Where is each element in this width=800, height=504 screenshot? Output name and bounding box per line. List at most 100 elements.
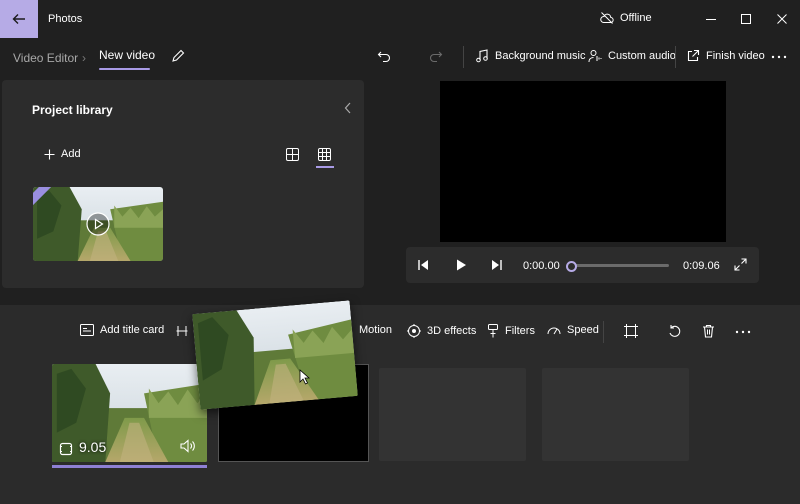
mouse-cursor bbox=[299, 369, 311, 385]
finish-video-label: Finish video bbox=[706, 50, 765, 62]
dragged-clip[interactable] bbox=[192, 300, 358, 410]
collapse-library-button[interactable] bbox=[343, 102, 353, 114]
plus-icon bbox=[44, 149, 55, 159]
close-icon bbox=[777, 14, 787, 24]
rename-button[interactable] bbox=[171, 49, 185, 63]
added-to-storyboard-badge bbox=[33, 187, 51, 205]
maximize-button[interactable] bbox=[733, 6, 759, 32]
custom-audio-icon bbox=[588, 50, 602, 63]
filters-label: Filters bbox=[505, 325, 535, 337]
delete-button[interactable] bbox=[702, 324, 715, 338]
resize-button[interactable] bbox=[624, 324, 638, 338]
trim-icon bbox=[176, 326, 188, 336]
corner-triangle-icon bbox=[33, 187, 51, 205]
filter-icon bbox=[488, 324, 498, 338]
film-frame-icon bbox=[59, 442, 73, 456]
more-options-button[interactable] bbox=[771, 55, 787, 59]
breadcrumb-video-editor[interactable]: Video Editor bbox=[13, 51, 78, 65]
finish-video-button[interactable]: Finish video bbox=[686, 49, 765, 63]
storyboard-more-button[interactable] bbox=[735, 330, 751, 334]
toolbar-divider bbox=[463, 46, 464, 68]
small-grid-view-button[interactable] bbox=[286, 148, 299, 161]
seek-bar[interactable] bbox=[568, 264, 669, 267]
seek-handle[interactable] bbox=[566, 261, 577, 272]
trash-icon bbox=[703, 324, 714, 338]
clip-duration: 9.05 bbox=[79, 439, 107, 455]
more-horizontal-icon bbox=[735, 330, 751, 334]
add-media-button[interactable]: Add bbox=[44, 148, 81, 160]
arrow-left-icon bbox=[12, 14, 25, 24]
chevron-left-icon bbox=[344, 102, 351, 114]
add-title-card-label: Add title card bbox=[100, 324, 165, 336]
total-duration: 0:09.06 bbox=[683, 260, 720, 272]
expand-icon bbox=[734, 258, 747, 271]
play-overlay-button[interactable] bbox=[86, 212, 110, 236]
minimize-icon bbox=[706, 19, 716, 20]
3d-effects-button[interactable]: 3D effects bbox=[407, 324, 476, 338]
dragged-clip-image bbox=[192, 300, 358, 410]
clip-volume-button[interactable] bbox=[180, 439, 196, 453]
pencil-icon bbox=[172, 49, 185, 62]
previous-frame-button[interactable] bbox=[416, 258, 430, 272]
filters-button[interactable]: Filters bbox=[487, 324, 535, 338]
crop-resize-icon bbox=[624, 324, 638, 338]
storyboard-slot bbox=[379, 368, 526, 461]
speed-button[interactable]: Speed bbox=[547, 324, 599, 336]
rotate-icon bbox=[669, 325, 681, 337]
project-library-title: Project library bbox=[32, 103, 113, 117]
minimize-button[interactable] bbox=[698, 6, 724, 32]
next-frame-button[interactable] bbox=[490, 258, 504, 272]
library-video-thumbnail[interactable] bbox=[33, 187, 163, 261]
speaker-icon bbox=[180, 439, 195, 453]
3d-effects-label: 3D effects bbox=[427, 325, 477, 337]
skip-next-icon bbox=[492, 260, 502, 270]
storyboard-toolbar-divider bbox=[603, 321, 604, 343]
add-media-label: Add bbox=[61, 148, 81, 160]
play-icon bbox=[457, 259, 466, 271]
redo-icon bbox=[429, 51, 443, 63]
custom-audio-button[interactable]: Custom audio bbox=[588, 49, 676, 63]
speed-label: Speed bbox=[567, 324, 599, 336]
storyboard-slot bbox=[542, 368, 689, 461]
title-bar bbox=[0, 0, 800, 38]
motion-button[interactable]: Motion bbox=[359, 324, 392, 336]
3d-effects-icon bbox=[407, 324, 421, 338]
add-title-card-button[interactable]: Add title card bbox=[80, 324, 164, 336]
breadcrumb-new-video[interactable]: New video bbox=[99, 48, 155, 62]
close-button[interactable] bbox=[769, 6, 795, 32]
large-grid-view-button[interactable] bbox=[318, 148, 331, 161]
redo-button[interactable] bbox=[429, 49, 443, 63]
breadcrumb-separator: › bbox=[82, 51, 86, 65]
share-export-icon bbox=[687, 49, 700, 62]
maximize-icon bbox=[741, 14, 751, 24]
speedometer-icon bbox=[547, 327, 561, 335]
title-card-icon bbox=[80, 324, 94, 336]
rotate-button[interactable] bbox=[668, 324, 682, 338]
undo-icon bbox=[377, 51, 391, 63]
current-time: 0:00.00 bbox=[523, 260, 560, 272]
back-button[interactable] bbox=[0, 0, 38, 38]
storyboard-clip[interactable] bbox=[52, 364, 207, 462]
custom-audio-label: Custom audio bbox=[608, 50, 676, 62]
video-preview bbox=[440, 81, 726, 242]
breadcrumb-active-indicator bbox=[99, 68, 150, 70]
offline-status[interactable]: Offline bbox=[600, 12, 652, 24]
grid-9-icon bbox=[318, 148, 331, 161]
trim-button[interactable] bbox=[176, 325, 188, 337]
music-note-icon bbox=[476, 49, 488, 63]
background-music-label: Background music bbox=[495, 50, 586, 62]
toolbar-divider bbox=[675, 46, 676, 68]
undo-button[interactable] bbox=[377, 49, 391, 63]
play-circle-icon bbox=[86, 212, 110, 236]
grid-4-icon bbox=[286, 148, 299, 161]
view-active-indicator bbox=[316, 166, 334, 168]
clip-selected-indicator bbox=[52, 465, 207, 468]
play-button[interactable] bbox=[454, 258, 468, 272]
skip-previous-icon bbox=[418, 260, 428, 270]
cursor-arrow-icon bbox=[299, 369, 311, 385]
offline-label: Offline bbox=[620, 12, 652, 24]
clip-duration-icon bbox=[59, 442, 73, 456]
background-music-button[interactable]: Background music bbox=[475, 49, 586, 63]
motion-label: Motion bbox=[359, 324, 393, 336]
fullscreen-button[interactable] bbox=[734, 258, 747, 271]
